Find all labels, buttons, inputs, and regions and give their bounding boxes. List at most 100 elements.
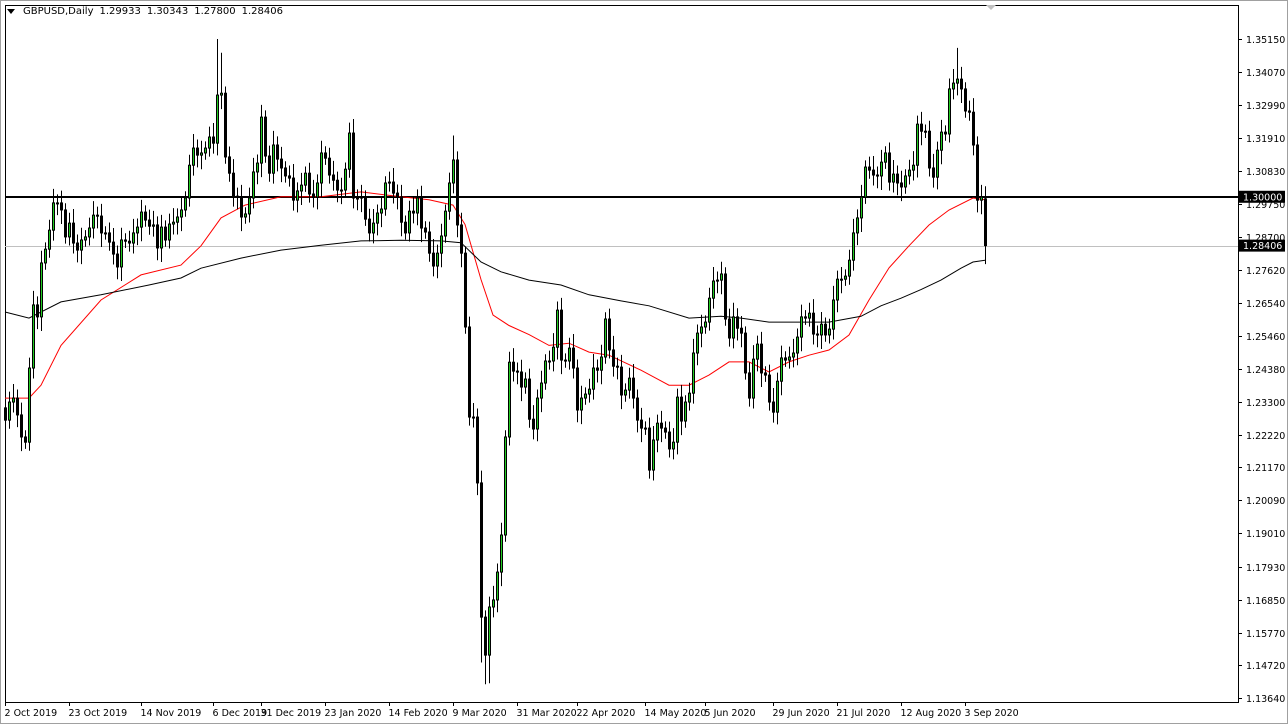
candle-body-bull: [549, 361, 551, 362]
candle-body-bull: [601, 357, 603, 370]
candle-body-bull: [833, 300, 835, 329]
candle-body-bull: [781, 358, 783, 381]
candle: [329, 148, 331, 184]
candle-body-bull: [209, 137, 211, 148]
candle-body-bear: [961, 79, 963, 89]
candle-body-bear: [405, 222, 407, 233]
candle: [645, 421, 647, 434]
candle-body-bear: [533, 419, 535, 429]
candle-body-bear: [741, 328, 743, 333]
candle: [601, 345, 603, 385]
candle-body-bear: [725, 274, 727, 319]
candle-body-bull: [301, 185, 303, 191]
candle-body-bear: [621, 367, 623, 395]
candle: [333, 161, 335, 191]
candle: [269, 146, 271, 182]
candle: [721, 262, 723, 294]
candle: [541, 371, 543, 412]
candle: [705, 315, 707, 333]
candle-body-bear: [413, 211, 415, 213]
candle: [605, 312, 607, 363]
candle-body-bull: [33, 305, 35, 368]
candle-body-bear: [469, 327, 471, 417]
candle-body-bull: [569, 348, 571, 361]
candle: [529, 369, 531, 428]
candle-body-bear: [21, 415, 23, 437]
candle: [813, 299, 815, 344]
candle-body-bull: [133, 233, 135, 243]
candle: [317, 174, 319, 209]
candle: [505, 430, 507, 542]
candle-body-bear: [109, 233, 111, 242]
candle-body-bull: [493, 600, 495, 607]
candle-body-bull: [373, 223, 375, 233]
chart-shift-marker-icon[interactable]: [986, 5, 996, 10]
candle-body-bear: [421, 198, 423, 228]
candle: [845, 269, 847, 286]
candle-body-bull: [389, 182, 391, 183]
candle: [489, 597, 491, 684]
price-tick-label: 1.15770: [1246, 629, 1285, 640]
candle-body-bull: [909, 170, 911, 176]
candle: [589, 379, 591, 403]
candle: [149, 210, 151, 235]
candle: [597, 359, 599, 382]
candle-body-bear: [241, 197, 243, 217]
price-tick-label: 1.21170: [1246, 463, 1285, 474]
candle: [21, 403, 23, 451]
candle-body-bull: [361, 197, 363, 198]
candle: [713, 267, 715, 309]
candle-body-bear: [213, 137, 215, 143]
candle: [153, 211, 155, 237]
candle: [793, 339, 795, 367]
candle-body-bear: [337, 180, 339, 190]
candle-body-bull: [881, 162, 883, 176]
candle: [569, 338, 571, 370]
candle-body-bull: [341, 190, 343, 191]
candle-body-bear: [17, 398, 19, 415]
candle: [361, 185, 363, 212]
candle: [761, 332, 763, 387]
candle-body-bull: [489, 607, 491, 655]
candle-body-bull: [153, 225, 155, 226]
candle-body-bear: [5, 408, 7, 420]
candle: [117, 245, 119, 279]
candle: [853, 219, 855, 271]
candle-body-bear: [805, 317, 807, 318]
candle: [653, 426, 655, 481]
candle-body-bull: [949, 89, 951, 134]
candle: [145, 205, 147, 226]
candle-body-bear: [573, 348, 575, 368]
candle: [141, 200, 143, 241]
candle: [161, 215, 163, 262]
candle: [285, 161, 287, 182]
candle-body-bear: [521, 372, 523, 387]
candle: [465, 246, 467, 333]
candle-body-bull: [385, 183, 387, 209]
candle-body-bull: [865, 167, 867, 197]
candle-body-bear: [597, 368, 599, 370]
candle: [745, 326, 747, 379]
candle: [625, 383, 627, 401]
price-chart[interactable]: 1.351501.340701.329901.319101.308301.297…: [0, 0, 1288, 724]
candle: [421, 186, 423, 242]
candle: [561, 298, 563, 374]
candle-body-bear: [769, 375, 771, 402]
candle: [461, 213, 463, 268]
candle: [341, 178, 343, 204]
candle: [97, 207, 99, 229]
candle: [773, 388, 775, 423]
candle: [257, 155, 259, 185]
candle: [537, 389, 539, 441]
candle: [409, 201, 411, 242]
candle: [89, 218, 91, 246]
time-tick-label: 5 Jun 2020: [705, 708, 756, 719]
time-tick-label: 2 Oct 2019: [5, 708, 58, 719]
candle-body-bull: [45, 249, 47, 263]
candle: [193, 134, 195, 176]
candle: [441, 224, 443, 268]
candle-body-bull: [713, 281, 715, 298]
candle: [297, 182, 299, 212]
candle-body-bull: [321, 153, 323, 183]
candle-body-bull: [957, 79, 959, 83]
